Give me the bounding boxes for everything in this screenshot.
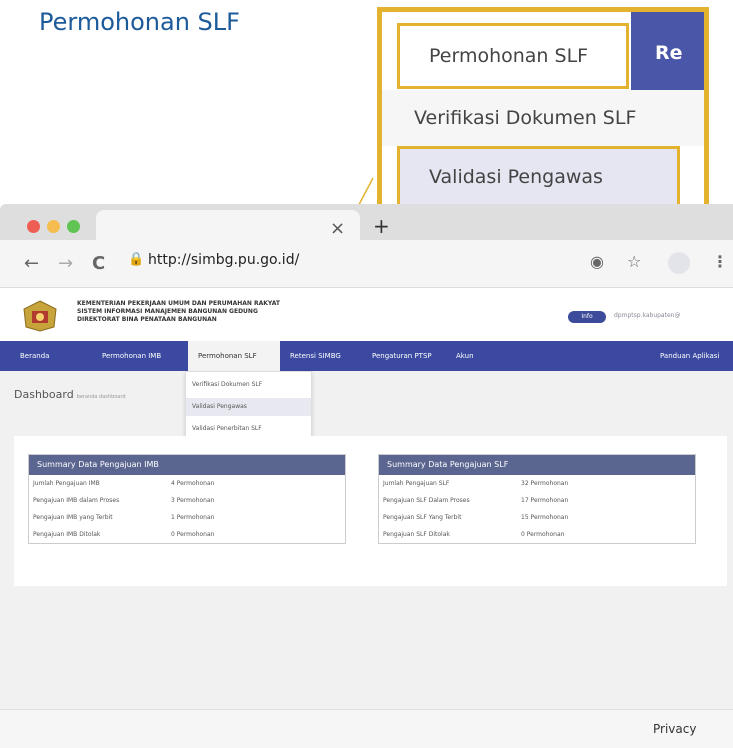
back-icon[interactable]: ← [24,253,39,274]
minimize-window-dot[interactable] [47,220,60,233]
browser-tab[interactable] [96,210,360,240]
dashboard-title: Dashboard beranda dashboard [14,388,126,401]
nav-permohonan-imb[interactable]: Permohonan IMB [102,341,161,371]
zoom-menu-validasi-pengawas[interactable]: Validasi Pengawas [397,146,680,208]
nav-permohonan-slf[interactable]: Permohonan SLF [188,341,280,371]
table-row: Pengajuan SLF Yang Terbit 15 Permohonan [383,514,569,521]
ministry-logo [23,300,57,332]
dashboard-content: Summary Data Pengajuan IMB Jumlah Pengaj… [14,436,727,586]
url-input[interactable]: http://simbg.pu.go.id/ [148,252,299,268]
site-header: KEMENTERIAN PEKERJAAN UMUM DAN PERUMAHAN… [0,288,733,341]
table-row: Pengajuan IMB Ditolak 0 Permohonan [33,531,215,538]
slf-summary-panel: Summary Data Pengajuan SLF Jumlah Pengaj… [378,454,696,544]
nav-pengaturan-ptsp[interactable]: Pengaturan PTSP [372,341,432,371]
main-navbar: Beranda Permohonan IMB Permohonan SLF Re… [0,341,733,371]
extension-icon[interactable]: ◉ [590,252,604,271]
close-window-dot[interactable] [27,220,40,233]
privacy-link[interactable]: Privacy [653,722,696,736]
org-name: KEMENTERIAN PEKERJAAN UMUM DAN PERUMAHAN… [77,300,280,323]
profile-avatar[interactable] [668,252,690,274]
new-tab-icon[interactable]: + [373,214,390,238]
bookmark-star-icon[interactable]: ☆ [627,252,641,271]
dropdown-validasi-pengawas[interactable]: Validasi Pengawas [186,398,311,416]
imb-panel-title: Summary Data Pengajuan IMB [29,455,345,475]
table-row: Pengajuan SLF Ditolak 0 Permohonan [383,531,565,538]
lock-icon: 🔒 [128,252,145,267]
address-bar: ← → C 🔒 http://simbg.pu.go.id/ ◉ ☆ ⋮ [0,240,733,288]
slf-dropdown-menu: Verifikasi Dokumen SLF Validasi Pengawas… [185,371,312,445]
nav-beranda[interactable]: Beranda [20,341,49,371]
tab-strip: × + [0,204,733,240]
page-footer: Privacy [0,709,733,748]
zoom-menu-verifikasi[interactable]: Verifikasi Dokumen SLF [382,90,704,146]
web-page: KEMENTERIAN PEKERJAAN UMUM DAN PERUMAHAN… [0,288,733,748]
forward-icon[interactable]: → [58,253,73,274]
table-row: Pengajuan SLF Dalam Proses 17 Permohonan [383,497,569,504]
maximize-window-dot[interactable] [67,220,80,233]
table-row: Jumlah Pengajuan IMB 4 Permohonan [33,480,215,487]
zoom-callout: Permohonan SLF Re Verifikasi Dokumen SLF… [377,7,709,214]
user-badge[interactable]: Info [568,311,606,323]
zoom-menu-permohonan-slf[interactable]: Permohonan SLF [397,23,629,89]
browser-window: × + ← → C 🔒 http://simbg.pu.go.id/ ◉ ☆ ⋮… [0,204,733,748]
page-title: Permohonan SLF [39,8,240,36]
browser-menu-icon[interactable]: ⋮ [712,252,728,271]
reload-icon[interactable]: C [92,253,105,274]
nav-panduan[interactable]: Panduan Aplikasi [660,341,719,371]
zoom-menu-next[interactable]: Re [631,12,704,90]
slf-panel-title: Summary Data Pengajuan SLF [379,455,695,475]
table-row: Jumlah Pengajuan SLF 32 Permohonan [383,480,569,487]
imb-summary-panel: Summary Data Pengajuan IMB Jumlah Pengaj… [28,454,346,544]
user-email: dpmptsp.kabupaten@ [614,312,681,319]
table-row: Pengajuan IMB yang Terbit 1 Permohonan [33,514,215,521]
dropdown-verifikasi[interactable]: Verifikasi Dokumen SLF [186,376,311,394]
nav-retensi[interactable]: Retensi SIMBG [290,341,341,371]
table-row: Pengajuan IMB dalam Proses 3 Permohonan [33,497,215,504]
nav-akun[interactable]: Akun [456,341,474,371]
tab-close-icon[interactable]: × [330,218,345,239]
